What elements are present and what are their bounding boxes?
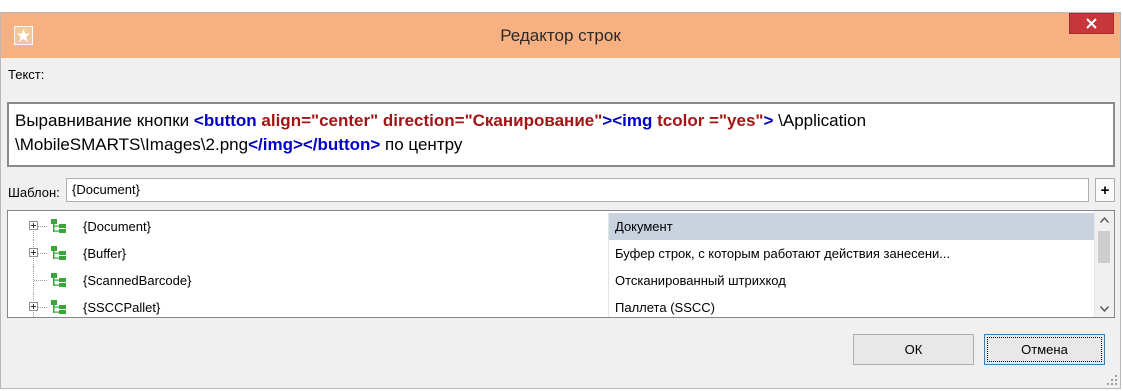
string-editor-window: Редактор строк Текст: Выравнивание кнопк… <box>0 12 1121 389</box>
expand-icon[interactable] <box>29 221 38 230</box>
scroll-up-button[interactable] <box>1095 211 1114 228</box>
tree-row[interactable]: {ScannedBarcode} Отсканированный штрихко… <box>8 267 1095 294</box>
tree-item-name: {ScannedBarcode} <box>83 273 192 288</box>
template-add-button[interactable]: + <box>1095 178 1115 202</box>
close-icon <box>1086 18 1097 29</box>
tree-row[interactable]: {Document} Документ <box>8 213 1095 240</box>
markup-tag: ><img <box>602 111 658 130</box>
variables-tree[interactable]: {Document} Документ {Buffer} Буфер строк… <box>7 210 1115 318</box>
object-node-icon <box>51 273 66 287</box>
scroll-down-button[interactable] <box>1095 300 1114 317</box>
tree-item-name: {SSCCPallet} <box>83 300 161 315</box>
close-button[interactable] <box>1069 13 1114 34</box>
template-input[interactable]: {Document} <box>66 178 1089 202</box>
vertical-scrollbar[interactable] <box>1094 211 1114 317</box>
text-prefix: Выравнивание кнопки <box>15 111 194 130</box>
text-label: Текст: <box>8 67 45 82</box>
markup-tag: > <box>763 111 774 130</box>
title-bar[interactable]: Редактор строк <box>1 13 1120 58</box>
tree-item-name: {Buffer} <box>83 246 127 261</box>
tree-item-description: Буфер строк, с которым работают действия… <box>608 240 1095 267</box>
text-suffix: по центру <box>380 135 463 154</box>
ok-button[interactable]: ОК <box>853 334 974 365</box>
chevron-down-icon <box>1100 305 1109 312</box>
scroll-thumb[interactable] <box>1098 231 1110 263</box>
tree-item-name: {Document} <box>83 219 151 234</box>
expand-icon[interactable] <box>29 302 38 311</box>
tree-row[interactable]: {Buffer} Буфер строк, с которым работают… <box>8 240 1095 267</box>
chevron-up-icon <box>1100 216 1109 223</box>
tree-item-description: Паллета (SSCC) <box>608 294 1095 317</box>
markup-attribute: tcolor ="yes" <box>657 111 764 130</box>
markup-tag: </img></button> <box>248 135 381 154</box>
cancel-button[interactable]: Отмена <box>984 334 1105 365</box>
text-editor-field[interactable]: Выравнивание кнопки <button align="cente… <box>7 102 1115 167</box>
tree-row[interactable]: {SSCCPallet} Паллета (SSCC) <box>8 294 1095 317</box>
markup-tag: <button <box>193 111 262 130</box>
object-node-icon <box>51 246 66 260</box>
object-node-icon <box>51 219 66 233</box>
markup-attribute: align="center" direction="Сканирование" <box>261 111 603 130</box>
expand-icon[interactable] <box>29 248 38 257</box>
tree-item-description: Документ <box>608 213 1095 240</box>
tree-item-description: Отсканированный штрихкод <box>608 267 1095 294</box>
window-title: Редактор строк <box>500 26 621 45</box>
template-label: Шаблон: <box>8 185 60 200</box>
resize-grip-icon[interactable] <box>1106 374 1118 386</box>
object-node-icon <box>51 300 66 314</box>
